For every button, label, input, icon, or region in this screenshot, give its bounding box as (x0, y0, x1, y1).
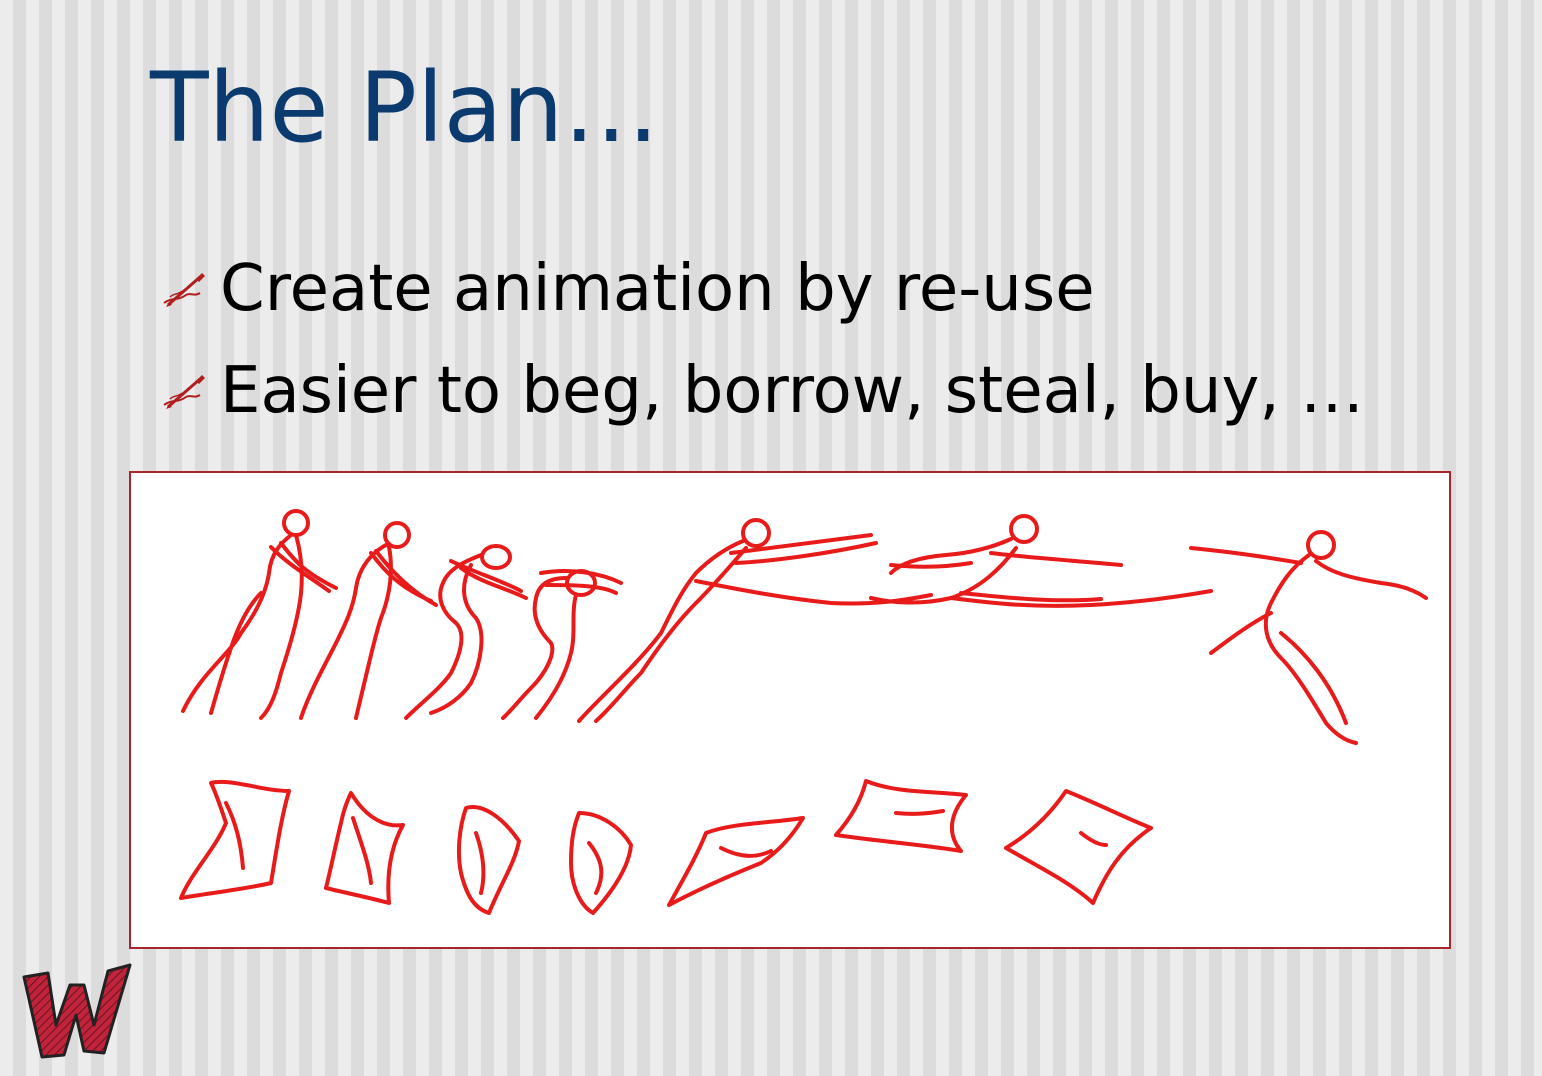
pen-writing-icon (163, 273, 205, 307)
stick-figure (299, 521, 438, 720)
animation-sketch (179, 509, 1428, 915)
bullet-item: Easier to beg, borrow, steal, buy, … (160, 340, 1364, 442)
bullet-text: Create animation by re-use (220, 252, 1095, 326)
cloth (324, 791, 405, 905)
stick-figure (1189, 530, 1428, 745)
stick-figure (577, 518, 933, 723)
cloth (456, 805, 521, 915)
cloth (667, 816, 805, 907)
bullet-item: Create animation by re-use (160, 238, 1364, 340)
w-logo-icon (22, 963, 132, 1059)
bullet-list: Create animation by re-use Easier to beg… (160, 238, 1364, 442)
stick-figure (869, 514, 1213, 608)
cloth (179, 779, 291, 900)
cloth (1004, 789, 1153, 905)
cloth (834, 779, 968, 853)
animation-figure (129, 471, 1451, 949)
cloth (569, 811, 633, 915)
slide-title: The Plan… (150, 52, 660, 164)
bullet-text: Easier to beg, borrow, steal, buy, … (220, 354, 1365, 428)
stick-figure (404, 544, 528, 720)
pen-writing-icon (163, 375, 205, 409)
